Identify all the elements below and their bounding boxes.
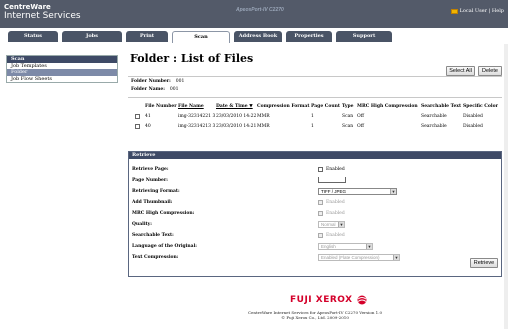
page-number-input[interactable] xyxy=(318,177,346,183)
cell-file-name: img-32314221 3 xyxy=(178,114,216,119)
cell-specific-color: Disabled xyxy=(463,124,483,129)
row-checkbox[interactable] xyxy=(135,124,140,129)
col-searchable-text: Searchable Text xyxy=(421,104,462,109)
cell-compression: MMR xyxy=(257,124,270,129)
cell-file-name: img-32314213 3 xyxy=(178,124,216,129)
language-label: Language of the Original: xyxy=(132,244,197,249)
quality-label: Quality: xyxy=(132,222,152,227)
page-number-label: Page Number: xyxy=(132,178,168,183)
cell-date-time: 23/03/2010 14:22 xyxy=(216,114,257,119)
chevron-down-icon: ▼ xyxy=(366,244,372,249)
app-brand: CentreWare Internet Services xyxy=(4,3,81,21)
fuji-xerox-logo: FUJI XEROX xyxy=(290,295,368,305)
top-banner: CentreWare Internet Services ApeosPort-I… xyxy=(0,0,508,28)
main-tabs: Status Jobs Print Scan Address Book Prop… xyxy=(0,31,508,43)
cell-searchable: Searchable xyxy=(421,124,447,129)
footer-info: CentreWare Internet Services for ApeosPo… xyxy=(128,310,502,320)
cell-file-number: 41 xyxy=(145,114,151,119)
retrieving-format-value: TIFF / JPEG xyxy=(321,189,347,194)
retrieve-page-label: Retrieve Page: xyxy=(132,167,169,172)
user-links[interactable]: Local User | Help xyxy=(450,8,504,14)
col-page-count: Page Count xyxy=(311,104,340,109)
cell-page-count: 1 xyxy=(311,114,314,119)
add-thumbnail-label: Add Thumbnail: xyxy=(132,200,173,205)
select-all-button[interactable]: Select All xyxy=(446,66,475,76)
col-specific-color: Specific Color xyxy=(463,104,498,109)
col-compression-format: Compression Format xyxy=(257,104,310,109)
mrc-high-compression-checkbox[interactable] xyxy=(318,211,323,216)
retrieve-page-checkbox[interactable] xyxy=(318,167,323,172)
folder-name-value: 001 xyxy=(169,87,179,92)
retrieving-format-label: Retrieving Format: xyxy=(132,189,180,194)
table-row: 40 img-32314213 3 23/03/2010 14:21 MMR 1… xyxy=(133,123,501,131)
cell-date-time: 23/03/2010 14:21 xyxy=(216,124,257,129)
text-compression-select[interactable]: Enabled (Flate Compression) ▼ xyxy=(318,254,400,261)
folder-number-value: 001 xyxy=(175,79,185,84)
cell-page-count: 1 xyxy=(311,124,314,129)
retrieve-page-text: Enabled xyxy=(326,167,345,172)
col-file-name[interactable]: File Name xyxy=(178,104,204,109)
retrieve-panel-title: Retrieve xyxy=(129,152,501,159)
logo-text: FUJI XEROX xyxy=(290,295,353,305)
cell-type: Scan xyxy=(342,124,354,129)
chevron-down-icon: ▼ xyxy=(390,189,396,194)
cell-specific-color: Disabled xyxy=(463,114,483,119)
tab-status[interactable]: Status xyxy=(8,31,58,42)
add-thumbnail-checkbox[interactable] xyxy=(318,200,323,205)
searchable-text-label: Searchable Text: xyxy=(132,233,174,238)
tab-address-book[interactable]: Address Book xyxy=(234,31,282,42)
mrc-high-compression-text: Enabled xyxy=(326,211,345,216)
table-row: 41 img-32314221 3 23/03/2010 14:22 MMR 1… xyxy=(133,113,501,121)
quality-select[interactable]: Normal ▼ xyxy=(318,221,345,228)
divider xyxy=(128,76,502,77)
col-mrc-high-compression: MRC High Compression xyxy=(357,104,418,109)
user-links-text[interactable]: Local User | Help xyxy=(460,8,504,14)
retrieve-button[interactable]: Retrieve xyxy=(470,258,498,268)
text-compression-label: Text Compression: xyxy=(132,255,179,260)
quality-value: Normal xyxy=(321,222,336,227)
language-select[interactable]: English ▼ xyxy=(318,243,373,250)
tab-print[interactable]: Print xyxy=(126,31,168,42)
text-compression-value: Enabled (Flate Compression) xyxy=(321,255,380,260)
col-type: Type xyxy=(342,104,354,109)
folder-number-label: Folder Number: xyxy=(131,79,171,84)
cell-mrc: Off xyxy=(357,114,364,119)
folder-info: Folder Number: 001 Folder Name: 001 xyxy=(131,78,184,94)
folder-name-label: Folder Name: xyxy=(131,87,165,92)
page-title: Folder : List of Files xyxy=(130,52,254,65)
chevron-down-icon: ▼ xyxy=(393,255,399,260)
cell-file-number: 40 xyxy=(145,124,151,129)
col-date-time[interactable]: Date & Time ▼ xyxy=(216,104,253,109)
tab-support[interactable]: Support xyxy=(336,31,392,42)
retrieving-format-select[interactable]: TIFF / JPEG ▼ xyxy=(318,188,397,195)
tab-jobs[interactable]: Jobs xyxy=(62,31,122,42)
device-model: ApeosPort-IV C2270 xyxy=(236,7,284,13)
brand-line2: Internet Services xyxy=(4,11,81,21)
cell-compression: MMR xyxy=(257,114,270,119)
user-icon xyxy=(450,8,458,14)
searchable-text-text: Enabled xyxy=(326,233,345,238)
add-thumbnail-text: Enabled xyxy=(326,200,345,205)
sidebar-item-job-flow-sheets[interactable]: Job Flow Sheets xyxy=(7,76,117,83)
chevron-down-icon: ▼ xyxy=(338,222,344,227)
xerox-ball-icon xyxy=(357,295,367,305)
vertical-scrollbar[interactable] xyxy=(504,44,508,329)
tab-properties[interactable]: Properties xyxy=(286,31,332,42)
footer-copyright: © Fuji Xerox Co., Ltd. 2009-2010 xyxy=(281,315,349,320)
cell-type: Scan xyxy=(342,114,354,119)
searchable-text-checkbox[interactable] xyxy=(318,233,323,238)
sidebar: Scan Job Templates Folder Job Flow Sheet… xyxy=(6,55,118,83)
row-checkbox[interactable] xyxy=(135,114,140,119)
tab-scan[interactable]: Scan xyxy=(172,31,230,43)
col-file-number: File Number xyxy=(145,104,177,109)
divider xyxy=(128,97,502,98)
language-value: English xyxy=(321,244,336,249)
cell-searchable: Searchable xyxy=(421,114,447,119)
cell-mrc: Off xyxy=(357,124,364,129)
retrieve-panel: Retrieve Retrieve Page: Enabled Page Num… xyxy=(128,151,502,277)
mrc-high-compression-label: MRC High Compression: xyxy=(132,211,195,216)
delete-button[interactable]: Delete xyxy=(478,66,502,76)
